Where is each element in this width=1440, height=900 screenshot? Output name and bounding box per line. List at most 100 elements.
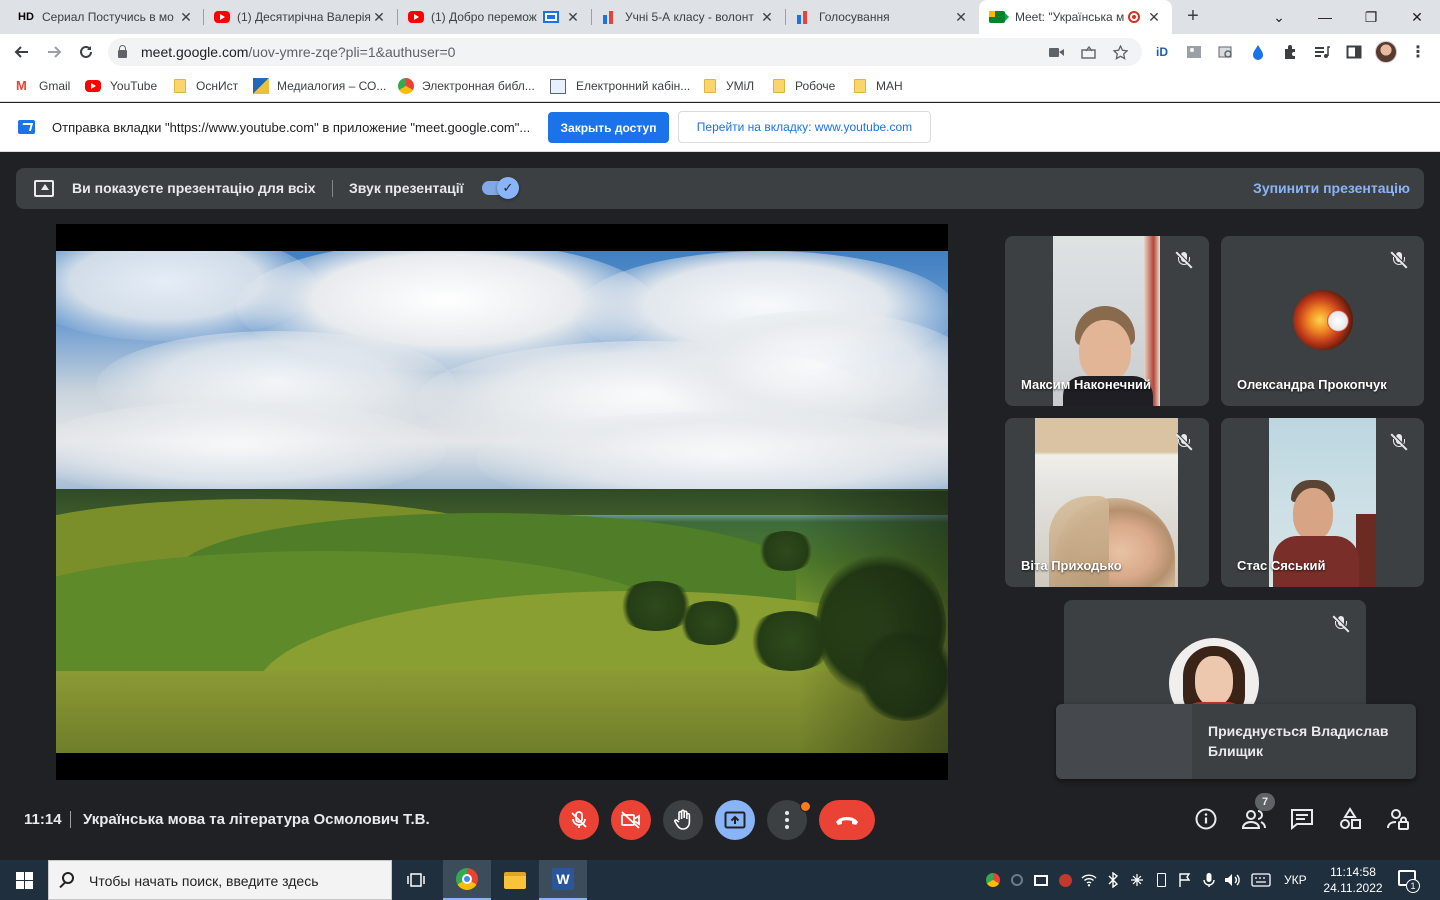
tab-youtube-2[interactable]: (1) Добро перемож ✕ — [398, 0, 591, 34]
keyboard-icon[interactable] — [1250, 871, 1272, 889]
wifi-icon[interactable] — [1080, 871, 1098, 889]
back-arrow-icon[interactable] — [10, 40, 34, 64]
site-icon — [253, 78, 269, 94]
bluetooth-icon[interactable] — [1104, 871, 1122, 889]
participant-tile[interactable]: Олександра Прокопчук — [1221, 236, 1424, 406]
close-icon[interactable]: ✕ — [565, 9, 581, 26]
camera-icon[interactable] — [1048, 44, 1064, 60]
taskbar-search[interactable]: Чтобы начать поиск, введите здесь — [48, 860, 392, 900]
word-icon: W — [552, 868, 574, 890]
side-panel-icon[interactable] — [1345, 43, 1363, 61]
join-message: Приєднується Владислав Блищик — [1208, 723, 1389, 759]
present-now-button[interactable] — [715, 800, 755, 840]
antivirus-tray-icon[interactable] — [1056, 871, 1074, 889]
stop-sharing-button[interactable]: Закрыть доступ — [548, 112, 669, 143]
host-controls-button[interactable] — [1385, 806, 1411, 832]
address-bar[interactable]: meet.google.com/uov-ymre-zqe?pli=1&authu… — [108, 38, 1142, 66]
participant-tile-self[interactable] — [1064, 600, 1366, 710]
network-tray-icon[interactable] — [1128, 871, 1146, 889]
close-icon[interactable]: ✕ — [1146, 9, 1162, 26]
participant-tile[interactable]: Стас Сяський — [1221, 418, 1424, 587]
presenting-banner: Ви показуєте презентацію для всіх Звук п… — [16, 168, 1424, 209]
taskbar-date: 24.11.2022 — [1323, 881, 1383, 895]
participant-tile[interactable]: Віта Приходько — [1005, 418, 1209, 587]
taskbar-file-explorer[interactable] — [491, 860, 539, 900]
raise-hand-button[interactable] — [663, 800, 703, 840]
bookmark-folder-roboche[interactable]: Робоче — [773, 77, 835, 95]
close-window-button[interactable]: ✕ — [1394, 0, 1440, 34]
bookmark-folder-man[interactable]: МАН — [854, 77, 903, 95]
new-tab-button[interactable]: + — [1182, 6, 1204, 28]
monitor-tray-icon[interactable] — [1032, 871, 1050, 889]
bookmark-label: Робоче — [795, 79, 836, 93]
tab-volunteers[interactable]: Учні 5-А класу - волонт ✕ — [592, 0, 785, 34]
bookmark-folder-osnist[interactable]: ОснИст — [174, 77, 238, 95]
participant-name: Олександра Прокопчук — [1237, 377, 1387, 392]
chrome-menu-icon[interactable]: ⋮ — [1409, 43, 1427, 61]
chat-button[interactable] — [1289, 806, 1315, 832]
profile-avatar[interactable] — [1375, 41, 1397, 63]
participant-name: Стас Сяський — [1237, 558, 1326, 573]
join-notification[interactable]: Приєднується Владислав Блищик — [1056, 704, 1416, 779]
bookmark-label: МАН — [876, 79, 903, 93]
meeting-clock: 11:14 — [24, 811, 62, 828]
extension-zoom-icon[interactable] — [1217, 43, 1235, 61]
taskbar-clock[interactable]: 11:14:58 24.11.2022 — [1320, 864, 1386, 896]
bookmark-youtube[interactable]: YouTube — [85, 77, 157, 95]
microphone-tray-icon[interactable] — [1200, 871, 1218, 889]
taskbar-chrome[interactable] — [443, 860, 491, 900]
tab-youtube-1[interactable]: (1) Десятирічна Валерія ✕ — [204, 0, 397, 34]
people-icon — [1241, 810, 1266, 829]
media-control-icon[interactable] — [1313, 43, 1331, 61]
battery-tray-icon[interactable] — [1152, 871, 1170, 889]
participant-tile[interactable]: Максим Наконечний — [1005, 236, 1209, 406]
tab-search-icon[interactable]: ⌄ — [1256, 0, 1302, 34]
bookmark-library[interactable]: Электронная библ... — [398, 77, 535, 95]
minimize-button[interactable]: — — [1302, 0, 1348, 34]
forward-arrow-icon[interactable] — [42, 40, 66, 64]
extensions-puzzle-icon[interactable] — [1281, 43, 1299, 61]
volume-icon[interactable] — [1224, 871, 1242, 889]
input-language[interactable]: УКР — [1284, 873, 1307, 887]
flag-tray-icon[interactable] — [1176, 871, 1194, 889]
extension-id-icon[interactable]: iD — [1153, 43, 1171, 61]
microphone-off-button[interactable] — [559, 800, 599, 840]
extension-puzzle-image-icon[interactable] — [1185, 43, 1203, 61]
reload-icon[interactable] — [74, 40, 98, 64]
tab-meet[interactable]: Meet: "Українська м ✕ — [979, 0, 1172, 34]
windows-start-icon[interactable] — [16, 872, 33, 889]
muted-mic-icon — [1175, 433, 1193, 451]
tab-serial[interactable]: HD Сериал Постучись в мо ✕ — [8, 0, 204, 34]
chat-icon — [1291, 809, 1313, 830]
folder-icon — [773, 79, 785, 93]
hand-icon — [674, 809, 691, 830]
tray-circle-icon[interactable] — [1008, 871, 1026, 889]
restore-button[interactable]: ❐ — [1348, 0, 1394, 34]
infobar-message: Отправка вкладки "https://www.youtube.co… — [52, 120, 531, 135]
close-icon[interactable]: ✕ — [371, 9, 387, 26]
stop-presenting-button[interactable]: Зупинити презентацію — [1253, 180, 1410, 196]
taskbar-word[interactable]: W — [539, 860, 587, 900]
close-icon[interactable]: ✕ — [178, 9, 194, 26]
bookmark-folder-umil[interactable]: УМіЛ — [704, 77, 754, 95]
bookmark-star-icon[interactable] — [1112, 44, 1128, 60]
landscape-video-frame — [56, 251, 948, 753]
extension-drop-icon[interactable] — [1249, 43, 1267, 61]
switch-to-tab-button[interactable]: Перейти на вкладку: www.youtube.com — [678, 111, 931, 143]
tab-voting[interactable]: Голосування ✕ — [786, 0, 979, 34]
meeting-details-button[interactable] — [1193, 806, 1219, 832]
chrome-tray-icon[interactable] — [984, 871, 1002, 889]
bookmark-cabinet[interactable]: Електронний кабін... — [550, 77, 690, 95]
close-icon[interactable]: ✕ — [953, 9, 969, 26]
close-icon[interactable]: ✕ — [759, 9, 775, 26]
bookmark-medialogia[interactable]: Медиалогия – СО... — [253, 77, 386, 95]
camera-off-button[interactable] — [611, 800, 651, 840]
bookmark-gmail[interactable]: Gmail — [16, 77, 70, 95]
task-view-button[interactable] — [392, 860, 440, 900]
chrome-icon — [398, 78, 414, 94]
activities-button[interactable] — [1337, 806, 1363, 832]
share-icon[interactable] — [1080, 44, 1096, 60]
checkmark-icon[interactable]: ✓ — [497, 177, 519, 199]
leave-call-button[interactable] — [819, 800, 875, 840]
chrome-icon — [456, 868, 478, 890]
